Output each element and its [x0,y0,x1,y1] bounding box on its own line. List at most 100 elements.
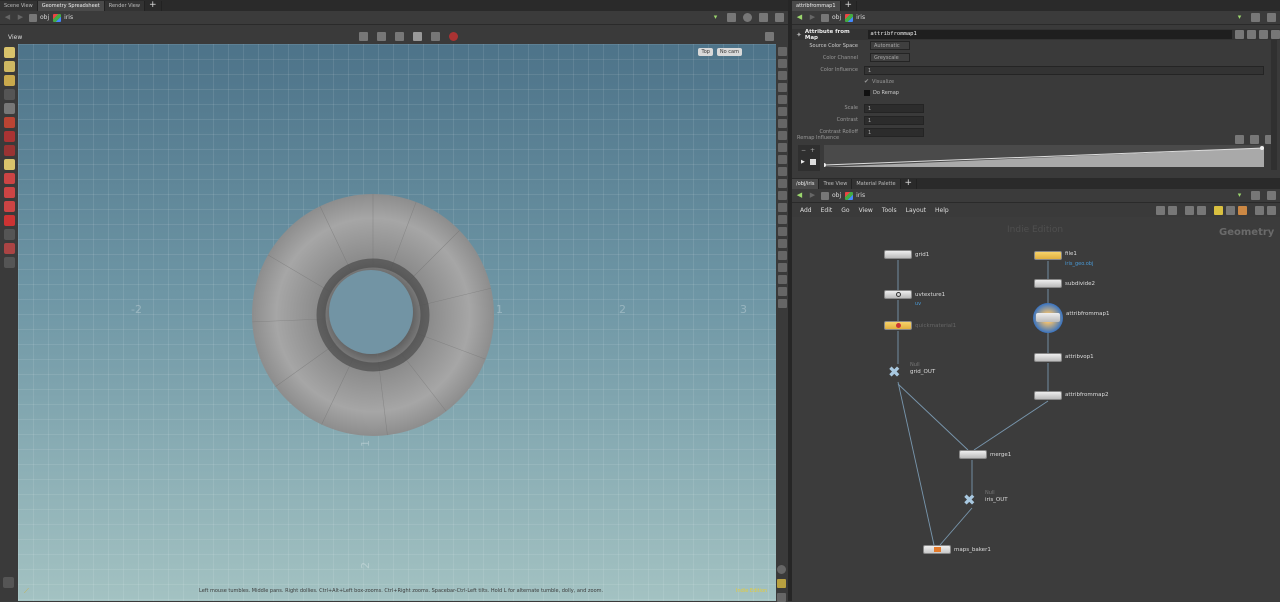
tab-attribfrommap1[interactable]: attribfrommap1 [792,1,841,11]
add-tab-button[interactable]: + [145,1,162,11]
tile-view-icon[interactable] [1185,205,1194,215]
param-forward-icon[interactable]: ▶ [808,13,817,22]
color-influence-slider[interactable]: 1 [864,65,1264,75]
param-link-icon[interactable] [1251,13,1260,22]
lock-icon[interactable] [3,103,15,114]
pose-icon[interactable] [3,159,15,170]
flat-icon[interactable] [431,32,440,41]
node-attribfrommap1[interactable] [1033,303,1063,333]
uv-icon[interactable] [777,167,787,176]
param-pin-icon[interactable]: ▾ [1235,13,1244,22]
contrast-rolloff-field[interactable]: 1 [864,127,924,137]
param-maximize-icon[interactable] [1267,13,1276,22]
tab-obj-iris[interactable]: /obj/iris [792,179,820,189]
contrast-field[interactable]: 1 [864,115,924,125]
menu-go[interactable]: Go [841,207,849,214]
net-path-iris[interactable]: iris [845,191,865,200]
crop-icon[interactable] [777,239,787,248]
ramp-delete-icon[interactable] [1235,135,1244,144]
background-icon[interactable] [777,299,787,308]
record-icon[interactable] [449,32,458,41]
layout-icon[interactable] [759,13,768,22]
source-color-space-menu[interactable]: Automatic [870,41,910,50]
snapshot-icon[interactable] [777,579,786,588]
menu-tools[interactable]: Tools [882,207,897,214]
bbox-icon[interactable] [777,227,787,236]
handle-icon[interactable] [3,47,15,58]
snap-prim-icon[interactable] [3,187,15,198]
rotate-icon[interactable] [3,131,15,142]
wrench-icon[interactable] [1156,205,1165,215]
hull-icon[interactable] [777,215,787,224]
view-icon[interactable] [3,229,15,240]
param-path-iris[interactable]: iris [845,13,865,22]
render-icon[interactable] [3,577,14,588]
abc-icon[interactable] [777,275,787,284]
palette-icon[interactable] [1226,205,1235,215]
3d-viewport[interactable]: -2 0 1 2 3 0 1 2 [18,44,776,601]
shaded-icon[interactable] [395,32,404,41]
forward-arrow-icon[interactable]: ▶ [16,13,25,22]
tab-scene-view[interactable]: Scene View [0,1,38,11]
visualize-checkbox[interactable]: ✔ [864,78,869,85]
network-list-icon[interactable] [1168,205,1177,215]
ramp-copy-icon[interactable] [1250,135,1259,144]
camera-icon[interactable] [3,243,15,254]
texture-icon[interactable] [777,287,787,296]
wire-icon[interactable] [377,32,386,41]
node-merge1[interactable] [959,450,987,459]
lock-camera-icon[interactable] [777,59,787,68]
ramp-remove-icon[interactable]: − [801,147,806,154]
template-icon[interactable] [777,131,787,140]
help-book-icon[interactable] [1247,30,1257,39]
view-menu[interactable]: View [8,34,22,41]
node-graph-canvas[interactable]: Indie Edition Geometry grid1 uvtexture1 … [792,217,1280,601]
edge-icon[interactable] [777,203,787,212]
node-iris-out-null-icon[interactable]: ✖ [963,493,976,508]
ghost-icon[interactable] [359,32,368,41]
prim-num-icon[interactable] [777,179,787,188]
home-icon[interactable] [777,71,787,80]
scale-field[interactable]: 1 [864,103,924,113]
node-subdivide2[interactable] [1034,279,1062,288]
node-name-field[interactable]: attribfrommap1 [868,30,1233,39]
snap-point-icon[interactable] [3,201,15,212]
tab-tree-view[interactable]: Tree View [819,179,853,189]
visualizer-icon[interactable] [777,251,787,260]
help-icon[interactable] [743,13,752,22]
net-path-obj[interactable]: obj [821,191,841,200]
net-info-icon[interactable] [1267,205,1276,215]
display-opt-icon[interactable] [777,47,787,56]
color-channel-menu[interactable]: Greyscale [870,53,910,62]
ramp-play-icon[interactable]: ▶ [801,159,805,165]
node-maps-baker1[interactable] [923,545,951,554]
path-iris[interactable]: iris [53,13,73,22]
translate-icon[interactable] [3,117,15,128]
net-forward-icon[interactable]: ▶ [808,191,817,200]
net-pin-icon[interactable]: ▾ [1235,191,1244,200]
ramp-add-icon[interactable]: + [810,147,815,154]
top-view-menu[interactable]: Top [698,48,713,56]
zoom-icon[interactable] [1255,205,1264,215]
pin-icon[interactable]: ▾ [711,13,720,22]
node-quickmaterial1[interactable] [884,321,912,330]
param-back-icon[interactable]: ◀ [795,13,804,22]
menu-view[interactable]: View [859,207,873,214]
menu-add[interactable]: Add [800,207,812,214]
add-network-tab-button[interactable]: + [901,179,918,189]
param-path-obj[interactable]: obj [821,13,841,22]
net-link-icon[interactable] [1251,191,1260,200]
tab-geometry-spreadsheet[interactable]: Geometry Spreadsheet [37,1,105,11]
node-attribvop1[interactable] [1034,353,1062,362]
brush-icon[interactable] [3,75,15,86]
geo-display-icon[interactable] [777,119,787,128]
snap-grid-icon[interactable] [3,173,15,184]
ramp-stop-icon[interactable] [810,159,816,165]
node-uvtexture1[interactable] [884,290,912,299]
node-grid-out-null-icon[interactable]: ✖ [888,365,901,380]
viewport-layout-icon[interactable] [765,32,774,41]
gear-icon[interactable] [1235,30,1245,39]
path-obj[interactable]: obj [29,13,49,22]
flipbook-icon[interactable] [3,257,15,268]
menu-layout[interactable]: Layout [906,207,926,214]
